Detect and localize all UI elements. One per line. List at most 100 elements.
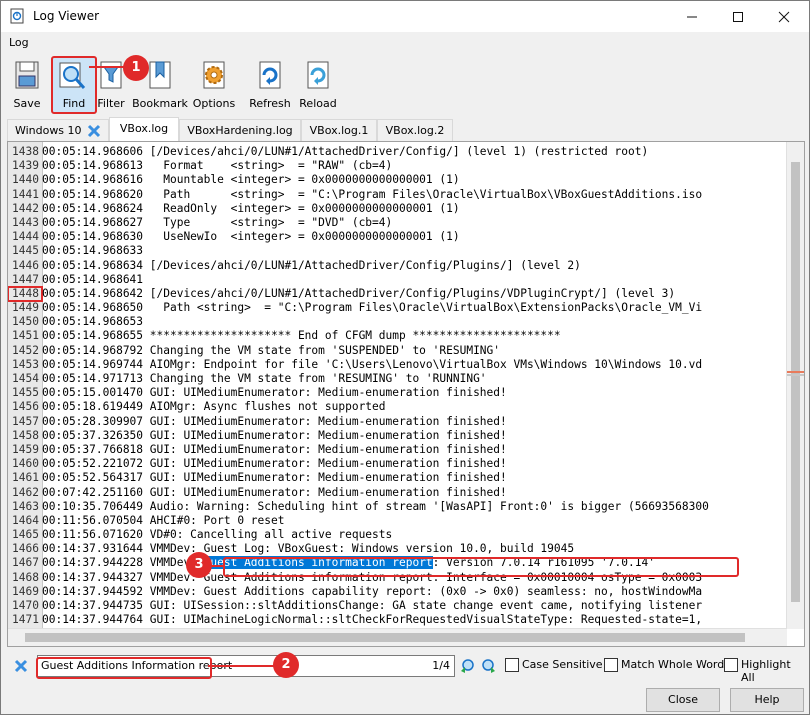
- case-sensitive-checkbox[interactable]: [505, 658, 519, 672]
- log-line: 1466 00:14:37.931644 VMMDev: Guest Log: V…: [8, 542, 788, 556]
- log-line: 1459 00:05:37.766818 GUI: UIMediumEnumera…: [8, 443, 788, 457]
- reload-button[interactable]: Reload: [296, 57, 340, 111]
- log-line: 1447 00:05:14.968641: [8, 273, 788, 287]
- line-number: 1471: [12, 613, 39, 627]
- refresh-icon: [259, 61, 281, 89]
- line-number: 1450: [12, 315, 39, 329]
- vertical-scrollbar[interactable]: [786, 142, 804, 629]
- find-previous-icon[interactable]: [459, 657, 477, 675]
- log-line: 1470 00:14:37.944735 GUI: UISession::sltA…: [8, 599, 788, 613]
- filter-icon: [100, 61, 122, 89]
- line-number: 1440: [12, 173, 39, 187]
- vertical-scroll-thumb[interactable]: [791, 162, 800, 602]
- help-button[interactable]: Help: [730, 688, 804, 712]
- tab-vbox-log-2[interactable]: VBox.log.2: [377, 119, 453, 141]
- bookmark-icon: [149, 61, 171, 89]
- log-line-text: 00:05:37.326350 GUI: UIMediumEnumerator:…: [42, 428, 507, 442]
- log-line: 1456 00:05:18.619449 AIOMgr: Async flushe…: [8, 400, 788, 414]
- tab-label: VBox.log.1: [309, 124, 369, 137]
- line-number: 1441: [12, 187, 39, 201]
- minimize-button[interactable]: [669, 1, 715, 32]
- close-x-icon[interactable]: [13, 658, 29, 674]
- line-number: 1447: [12, 272, 39, 286]
- log-line: 1454 00:05:14.971713 Changing the VM stat…: [8, 372, 788, 386]
- options-label: Options: [192, 97, 236, 110]
- log-line: 1439 00:05:14.968613 Format <string> = "R…: [8, 159, 788, 173]
- log-line-text: 00:14:37.944764 GUI: UIMachineLogicNorma…: [42, 613, 703, 627]
- callout-1-badge: 1: [123, 55, 149, 81]
- horizontal-scroll-thumb[interactable]: [25, 633, 745, 642]
- log-line-text: 00:14:37.944592 VMMDev: Guest Additions …: [42, 584, 703, 598]
- find-icon: [59, 62, 86, 89]
- case-sensitive-label: Case Sensitive: [522, 658, 603, 671]
- log-line: 1458 00:05:37.326350 GUI: UIMediumEnumera…: [8, 429, 788, 443]
- options-button[interactable]: Options: [192, 57, 236, 111]
- tab-vboxhardening-log[interactable]: VBoxHardening.log: [179, 119, 301, 141]
- search-result-highlight-box: [223, 557, 739, 577]
- log-line: 1446 00:05:14.968634 [/Devices/ahci/0/LUN…: [8, 259, 788, 273]
- log-line-text: 00:05:14.968630 UseNewIo <integer> = 0x0…: [42, 230, 460, 244]
- log-line-text: 00:05:14.968624 ReadOnly <integer> = 0x0…: [42, 201, 460, 215]
- line-number: 1470: [12, 599, 39, 612]
- line-number: 1451: [12, 329, 39, 343]
- menu-bar: Log: [1, 33, 809, 51]
- line-number: 1461: [12, 471, 39, 485]
- log-line: 1452 00:05:14.968792 Changing the VM stat…: [8, 344, 788, 358]
- log-line: 1455 00:05:15.001470 GUI: UIMediumEnumera…: [8, 386, 788, 400]
- tab-vbox-log-1[interactable]: VBox.log.1: [301, 119, 377, 141]
- search-match-marker: [787, 374, 804, 376]
- close-window-button[interactable]: [761, 1, 807, 32]
- log-line: 1445 00:05:14.968633: [8, 244, 788, 258]
- line-number: 1456: [12, 400, 39, 414]
- log-line-text: 00:14:37.931644 VMMDev: Guest Log: VBoxG…: [42, 542, 575, 556]
- log-line-text: 00:05:14.968606 [/Devices/ahci/0/LUN#1/A…: [42, 145, 649, 158]
- line-number: 1448: [8, 285, 43, 303]
- log-tabs: Windows 10 VBox.log VBoxHardening.log VB…: [7, 117, 803, 142]
- log-line: 1469 00:14:37.944592 VMMDev: Guest Additi…: [8, 585, 788, 599]
- log-line: 1464 00:11:56.070504 AHCI#0: Port 0 reset: [8, 514, 788, 528]
- log-line-text: 00:05:14.968620 Path <string> = "C:\Prog…: [42, 187, 703, 201]
- line-number: 1455: [12, 386, 39, 400]
- menu-log[interactable]: Log: [9, 36, 29, 49]
- log-line: 1448 00:05:14.968642 [/Devices/ahci/0/LUN…: [8, 285, 788, 303]
- find-next-icon[interactable]: [479, 657, 497, 675]
- log-line: 1443 00:05:14.968627 Type <string> = "DVD…: [8, 216, 788, 230]
- save-button[interactable]: Save: [5, 57, 49, 111]
- tab-windows-10[interactable]: Windows 10: [7, 119, 109, 141]
- window-title: Log Viewer: [33, 9, 100, 23]
- highlight-all-checkbox[interactable]: [724, 658, 738, 672]
- tab-vbox-log[interactable]: VBox.log: [109, 117, 179, 142]
- title-bar: Log Viewer: [1, 1, 809, 32]
- line-number: 1462: [12, 485, 39, 499]
- maximize-button[interactable]: [715, 1, 761, 32]
- log-line-text: 00:05:14.968792 Changing the VM state fr…: [42, 343, 501, 357]
- log-line-text: 00:14:37.944735 GUI: UISession::sltAddit…: [42, 599, 703, 612]
- match-count: 1/4: [432, 659, 450, 672]
- close-button[interactable]: Close: [646, 688, 720, 712]
- log-line: 1460 00:05:52.221072 GUI: UIMediumEnumera…: [8, 457, 788, 471]
- horizontal-scrollbar[interactable]: [8, 628, 787, 646]
- line-number: 1446: [12, 258, 39, 272]
- toolbar: Save Find Filter Bookmark Options Refres…: [1, 53, 809, 115]
- log-line-text: 00:05:14.968641: [42, 272, 144, 286]
- line-number: 1442: [12, 201, 39, 215]
- match-whole-word-checkbox[interactable]: [604, 658, 618, 672]
- line-number: 1465: [12, 528, 39, 542]
- highlight-all-label: Highlight All: [741, 658, 791, 684]
- log-line: 1451 00:05:14.968655 ********************…: [8, 329, 788, 343]
- log-line: 1471 00:14:37.944764 GUI: UIMachineLogicN…: [8, 613, 788, 627]
- line-number: 1458: [12, 428, 39, 442]
- line-number: 1445: [12, 244, 39, 258]
- line-number: 1453: [12, 357, 39, 371]
- log-line: 1463 00:10:35.706449 Audio: Warning: Sche…: [8, 500, 788, 514]
- refresh-button[interactable]: Refresh: [248, 57, 292, 111]
- reload-label: Reload: [299, 97, 337, 110]
- log-viewer-window: Log Viewer Log Save Find Filter Bookmark…: [0, 0, 810, 715]
- callout-2-badge: 2: [273, 652, 299, 678]
- tab-label: VBox.log: [119, 122, 169, 135]
- log-line-text: 00:05:14.968642 [/Devices/ahci/0/LUN#1/A…: [42, 286, 676, 300]
- log-line-text: 00:14:37.944228 VMMDev:: [42, 556, 204, 570]
- maximize-icon: [733, 11, 743, 22]
- log-line-text: 00:05:18.619449 AIOMgr: Async flushes no…: [42, 400, 386, 414]
- line-number: 1454: [12, 372, 39, 385]
